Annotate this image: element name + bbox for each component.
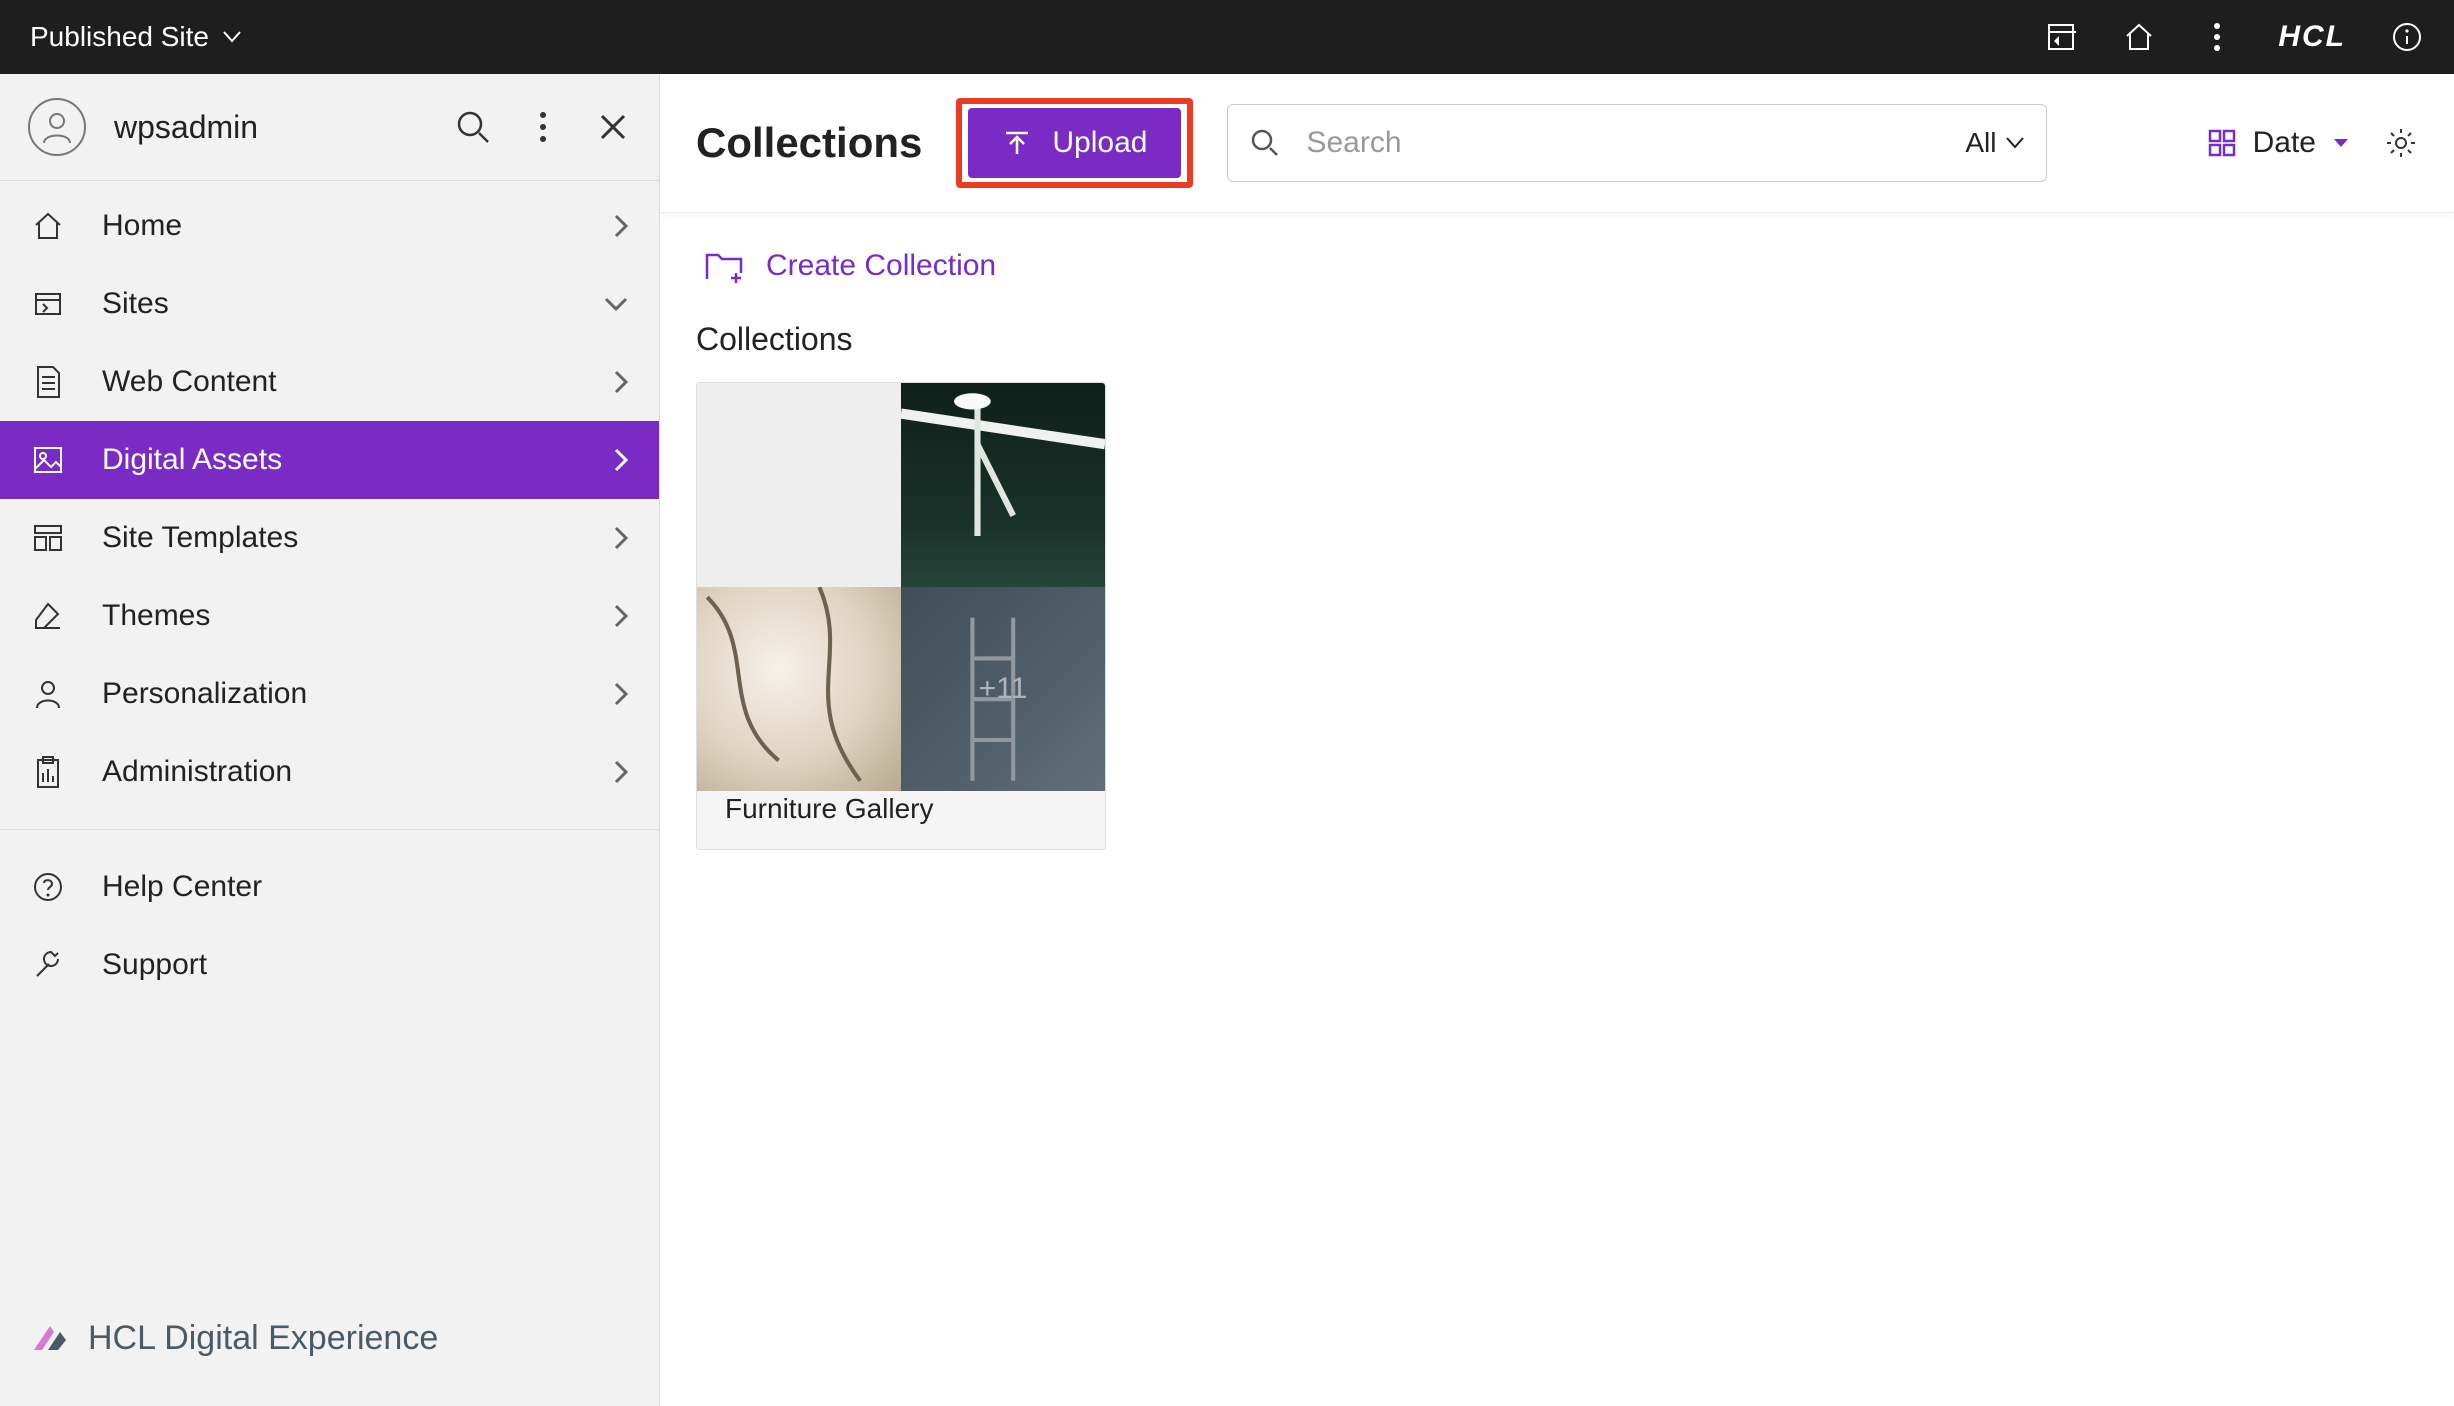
sort-control[interactable]: Date [2207, 126, 2350, 160]
chevron-right-icon [613, 681, 629, 707]
chevron-right-icon [613, 759, 629, 785]
person-icon [30, 678, 66, 710]
chevron-right-icon [613, 525, 629, 551]
hcl-dx-logo-icon [30, 1318, 70, 1358]
sidebar-item-digital-assets[interactable]: Digital Assets [0, 421, 659, 499]
kebab-menu-icon[interactable] [2200, 20, 2234, 54]
caret-down-icon [2332, 137, 2350, 149]
image-icon [30, 445, 66, 475]
layout-icon [30, 288, 66, 320]
avatar[interactable] [28, 98, 86, 156]
main: Collections Upload All Date [660, 74, 2454, 1406]
username-label: wpsadmin [114, 109, 427, 146]
clipboard-icon [30, 755, 66, 789]
sidebar-nav: Home Sites Web Content Digital Assets Si [0, 181, 659, 1004]
create-collection-label: Create Collection [766, 249, 996, 283]
grid-view-icon [2207, 128, 2237, 158]
sidebar-item-administration[interactable]: Administration [0, 733, 659, 811]
sidebar-item-label: Web Content [102, 365, 277, 399]
thumbnail: +11 [901, 587, 1105, 791]
sidebar-kebab-icon[interactable] [525, 109, 561, 145]
close-icon[interactable] [595, 109, 631, 145]
sidebar-item-label: Digital Assets [102, 443, 282, 477]
settings-icon[interactable] [2384, 126, 2418, 160]
extra-count-label: +11 [979, 672, 1028, 706]
sidebar-item-web-content[interactable]: Web Content [0, 343, 659, 421]
info-icon[interactable] [2390, 20, 2424, 54]
sidebar-item-label: Site Templates [102, 521, 298, 555]
thumbnail [697, 587, 901, 791]
topbar: Published Site HCL [0, 0, 2454, 74]
sidebar-header: wpsadmin [0, 74, 659, 181]
published-site-dropdown[interactable]: Published Site [30, 21, 241, 53]
search-filter-label: All [1965, 127, 1996, 159]
collection-cards: +11 Furniture Gallery [696, 382, 2418, 850]
sidebar-item-label: Home [102, 209, 182, 243]
sidebar-item-label: Support [102, 948, 207, 982]
sort-label: Date [2253, 126, 2316, 160]
sidebar-item-label: Sites [102, 287, 169, 321]
sidebar-item-label: Help Center [102, 870, 262, 904]
paint-icon [30, 600, 66, 632]
wrench-icon [30, 949, 66, 981]
preview-icon[interactable] [2044, 20, 2078, 54]
sidebar-footer: HCL Digital Experience [0, 1294, 659, 1406]
sidebar-footer-label: HCL Digital Experience [88, 1319, 438, 1358]
chevron-right-icon [613, 447, 629, 473]
sidebar-item-support[interactable]: Support [0, 926, 659, 1004]
sidebar-item-themes[interactable]: Themes [0, 577, 659, 655]
sidebar-item-site-templates[interactable]: Site Templates [0, 499, 659, 577]
sidebar-item-home[interactable]: Home [0, 187, 659, 265]
sidebar-item-label: Personalization [102, 677, 307, 711]
sidebar-item-label: Administration [102, 755, 292, 789]
thumbnail [901, 383, 1105, 587]
document-icon [30, 365, 66, 399]
grid-icon [30, 523, 66, 553]
sidebar-item-label: Themes [102, 599, 210, 633]
home-icon[interactable] [2122, 20, 2156, 54]
create-collection-button[interactable]: Create Collection [704, 249, 2418, 283]
thumbnail [697, 383, 901, 587]
caret-down-icon [223, 31, 241, 43]
main-body: Create Collection Collections [660, 213, 2454, 1406]
sidebar: wpsadmin Home Sites [0, 74, 660, 1406]
sidebar-item-sites[interactable]: Sites [0, 265, 659, 343]
search-icon [1250, 128, 1280, 158]
published-site-label: Published Site [30, 21, 209, 53]
main-toolbar: Collections Upload All Date [660, 74, 2454, 213]
hcl-logo: HCL [2278, 20, 2346, 54]
chevron-right-icon [613, 369, 629, 395]
house-icon [30, 210, 66, 242]
chevron-right-icon [613, 603, 629, 629]
search-input[interactable] [1304, 125, 1941, 161]
search-filter-dropdown[interactable]: All [1965, 127, 2024, 159]
collection-thumbnails: +11 [697, 383, 1105, 769]
upload-label: Upload [1052, 126, 1147, 160]
sidebar-search-icon[interactable] [455, 109, 491, 145]
collection-card[interactable]: +11 Furniture Gallery [696, 382, 1106, 850]
section-title: Collections [696, 321, 2418, 358]
chevron-down-icon [603, 296, 629, 312]
divider [0, 829, 659, 830]
upload-button[interactable]: Upload [968, 108, 1181, 178]
search-box[interactable]: All [1227, 104, 2047, 182]
page-title: Collections [696, 119, 922, 167]
sidebar-item-help-center[interactable]: Help Center [0, 848, 659, 926]
help-icon [30, 871, 66, 903]
folder-plus-icon [704, 249, 744, 283]
sidebar-item-personalization[interactable]: Personalization [0, 655, 659, 733]
caret-down-icon [2006, 137, 2024, 149]
upload-highlight: Upload [956, 98, 1193, 188]
chevron-right-icon [613, 213, 629, 239]
upload-icon [1002, 128, 1032, 158]
